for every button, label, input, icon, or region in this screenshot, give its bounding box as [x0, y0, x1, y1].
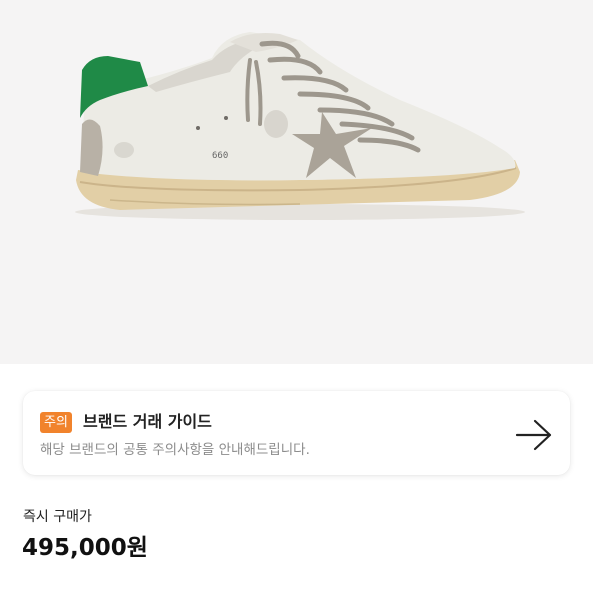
arrow-right-icon[interactable] — [515, 418, 553, 452]
caution-badge: 주의 — [40, 412, 72, 433]
price-value: 495,000원 — [22, 535, 148, 561]
brand-guide-card[interactable]: 주의 브랜드 거래 가이드 해당 브랜드의 공통 주의사항을 안내해드립니다. — [23, 391, 570, 475]
sneaker-image: 660 — [75, 32, 525, 220]
product-image: 660 — [0, 0, 593, 364]
guide-title: 브랜드 거래 가이드 — [83, 412, 212, 431]
price-label: 즉시 구매가 — [23, 509, 92, 525]
guide-description: 해당 브랜드의 공통 주의사항을 안내해드립니다. — [40, 442, 310, 458]
svg-text:660: 660 — [212, 151, 228, 161]
